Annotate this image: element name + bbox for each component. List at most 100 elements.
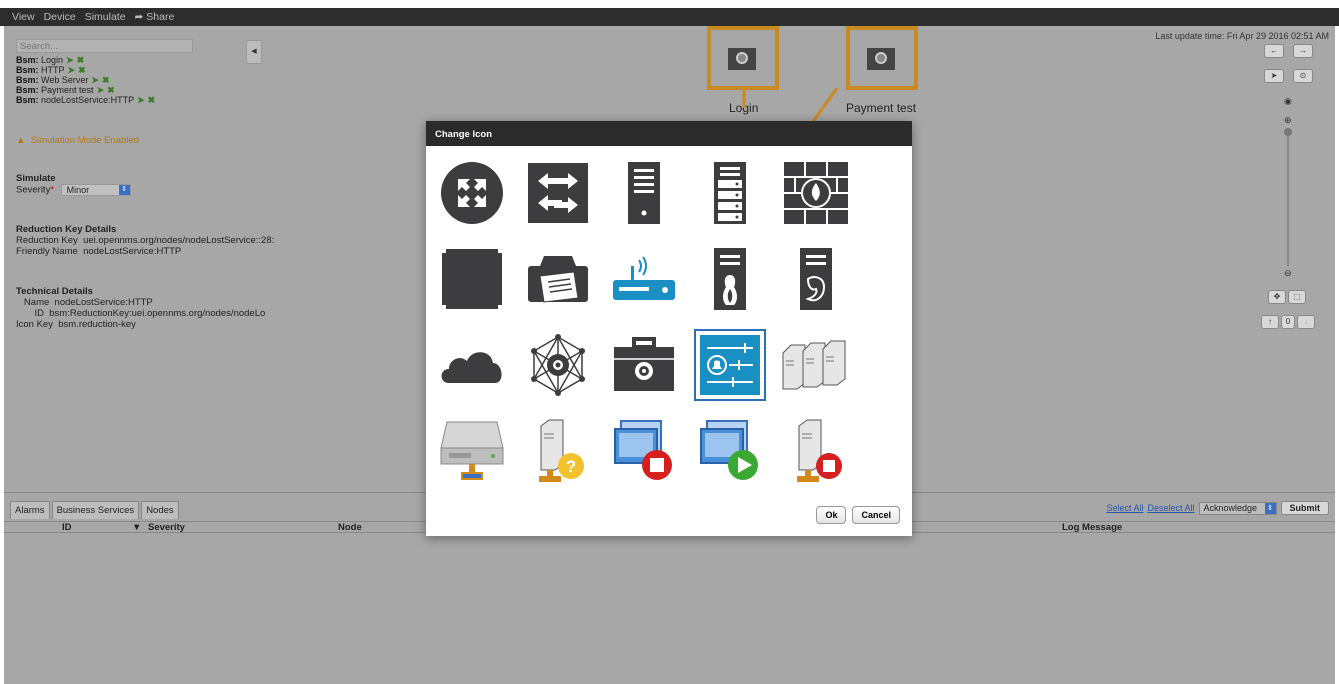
severity-select[interactable]: Minor ⇕ — [60, 184, 131, 196]
center-view-button[interactable]: ➤ — [1264, 69, 1284, 83]
dropdown-icon: ⇕ — [1264, 502, 1276, 514]
focus-icon[interactable]: ➤ — [91, 75, 99, 85]
linux-server-icon[interactable] — [694, 243, 766, 315]
semantic-zoom-up-button[interactable]: ↑ — [1261, 315, 1279, 329]
bsm-item[interactable]: Bsm: nodeLostService:HTTP ➤ ✖ — [16, 95, 155, 105]
column-log-message[interactable]: Log Message — [1062, 522, 1122, 533]
sort-icon[interactable]: ▼ — [132, 522, 141, 533]
bsm-item-label: Payment test — [41, 85, 94, 95]
bsm-prefix: Bsm: — [16, 65, 39, 75]
technical-section: Technical Details Name nodeLostService:H… — [16, 286, 265, 330]
column-node[interactable]: Node — [338, 522, 362, 533]
menu-simulate[interactable]: Simulate — [85, 11, 126, 23]
semantic-zoom-down-button[interactable]: ↓ — [1297, 315, 1315, 329]
ok-button[interactable]: Ok — [816, 506, 847, 524]
technical-title: Technical Details — [16, 286, 93, 297]
zoom-out-icon[interactable]: ⊖ — [1284, 268, 1292, 279]
zoom-in-icon[interactable]: ⊕ — [1284, 115, 1292, 126]
column-id[interactable]: ID — [62, 522, 72, 533]
tab-nodes[interactable]: Nodes — [141, 501, 179, 519]
bsm-prefix: Bsm: — [16, 55, 39, 65]
server-cluster-icon[interactable] — [780, 329, 852, 401]
printer-icon[interactable] — [522, 243, 594, 315]
server-icon[interactable] — [608, 157, 680, 229]
window-top-strip — [0, 0, 1339, 8]
router-icon[interactable] — [436, 157, 508, 229]
network-hub-icon[interactable] — [522, 329, 594, 401]
refresh-button[interactable]: ⊙ — [1293, 69, 1313, 83]
generic-device-icon[interactable] — [436, 243, 508, 315]
focus-icon[interactable]: ➤ — [97, 85, 105, 95]
server-unknown-icon[interactable]: ? — [522, 415, 594, 487]
share-arrow-icon: ➦ — [134, 11, 144, 23]
back-button[interactable]: ← — [1264, 44, 1284, 58]
zoom-slider-handle[interactable] — [1284, 128, 1292, 136]
name-value: nodeLostService:HTTP — [54, 297, 153, 308]
friendly-name-value: nodeLostService:HTTP — [83, 246, 182, 257]
column-severity[interactable]: Severity — [148, 522, 185, 533]
simulate-section: Simulate Severity* Minor ⇕ — [16, 173, 131, 196]
switch-icon[interactable] — [522, 157, 594, 229]
gear-icon — [736, 52, 748, 64]
svg-text:?: ? — [566, 457, 576, 476]
cancel-button[interactable]: Cancel — [852, 506, 900, 524]
search-input[interactable] — [16, 39, 193, 53]
bottom-tabs: Alarms Business Services Nodes — [10, 501, 179, 519]
rack-server-icon[interactable] — [694, 157, 766, 229]
wireless-router-icon[interactable] — [608, 243, 680, 315]
remove-icon[interactable]: ✖ — [102, 75, 110, 85]
icon-key-value: bsm.reduction-key — [58, 319, 136, 330]
id-value: bsm:ReductionKey:uei.opennms.org/nodes/n… — [49, 308, 266, 319]
collapse-panel-button[interactable]: ◀ — [246, 40, 262, 64]
forward-button[interactable]: → — [1293, 44, 1313, 58]
remove-icon[interactable]: ✖ — [107, 85, 115, 95]
menu-share[interactable]: ➦ Share — [135, 11, 175, 23]
name-label: Name — [23, 297, 50, 308]
bsm-item[interactable]: Bsm: Payment test ➤ ✖ — [16, 85, 155, 95]
eye-icon[interactable]: ◉ — [1284, 96, 1292, 107]
reduction-key-section: Reduction Key Details Reduction Key uei.… — [16, 224, 274, 257]
tab-business-services[interactable]: Business Services — [51, 501, 140, 519]
cloud-icon[interactable] — [436, 329, 508, 401]
submit-button[interactable]: Submit — [1280, 501, 1329, 515]
gear-icon — [875, 52, 887, 64]
topology-node-label: Payment test — [846, 101, 917, 115]
bsd-server-icon[interactable] — [780, 243, 852, 315]
focus-icon[interactable]: ➤ — [66, 55, 74, 65]
focus-icon[interactable]: ➤ — [137, 95, 145, 105]
dialog-title: Change Icon — [426, 121, 912, 146]
pan-mode-button[interactable]: ✥ — [1268, 290, 1286, 304]
bsm-item-label: HTTP — [41, 65, 65, 75]
bsm-item[interactable]: Bsm: HTTP ➤ ✖ — [16, 65, 155, 75]
storage-drive-icon[interactable] — [436, 415, 508, 487]
remove-icon[interactable]: ✖ — [77, 55, 85, 65]
dialog-footer: Ok Cancel — [816, 506, 900, 524]
reduction-key-icon[interactable] — [694, 329, 766, 401]
menu-device[interactable]: Device — [44, 11, 76, 23]
remove-icon[interactable]: ✖ — [148, 95, 156, 105]
server-stopped-icon[interactable] — [780, 415, 852, 487]
select-all-link[interactable]: Select All — [1106, 503, 1143, 513]
bsm-item[interactable]: Bsm: Web Server ➤ ✖ — [16, 75, 155, 85]
firewall-icon[interactable] — [780, 157, 852, 229]
bottom-actions: Select All Deselect All Acknowledge ⇕ Sub… — [1106, 501, 1329, 515]
simulation-warning-text: Simulation Mode Enabled — [30, 135, 139, 146]
topology-node-payment-test[interactable] — [846, 26, 918, 90]
severity-label: Severity — [16, 184, 51, 196]
reduction-key-label: Reduction Key — [16, 235, 78, 246]
focus-icon[interactable]: ➤ — [68, 65, 76, 75]
desktop-stopped-icon[interactable] — [608, 415, 680, 487]
bsm-item[interactable]: Bsm: Login ➤ ✖ — [16, 55, 155, 65]
business-service-icon[interactable] — [608, 329, 680, 401]
deselect-all-link[interactable]: Deselect All — [1147, 503, 1194, 513]
desktop-running-icon[interactable] — [694, 415, 766, 487]
select-mode-button[interactable]: ⬚ — [1288, 290, 1306, 304]
remove-icon[interactable]: ✖ — [78, 65, 86, 75]
action-select[interactable]: Acknowledge ⇕ — [1198, 501, 1277, 515]
menu-view[interactable]: View — [12, 11, 35, 23]
zoom-slider[interactable] — [1287, 131, 1289, 266]
icon-key-label: Icon Key — [16, 319, 53, 330]
topology-node-login[interactable] — [707, 26, 779, 90]
tab-alarms[interactable]: Alarms — [10, 501, 50, 519]
menu-bar: View Device Simulate ➦ Share — [0, 8, 1339, 26]
